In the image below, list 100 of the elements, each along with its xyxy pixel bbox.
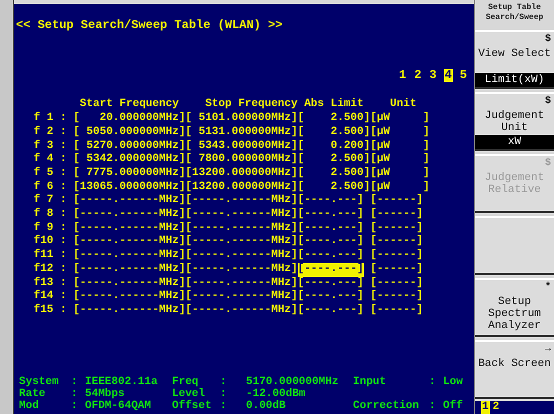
table-cell[interactable]: [ 5050.000000MHz] xyxy=(73,126,186,140)
table-cell[interactable]: [-----.------MHz] xyxy=(185,262,298,277)
table-cell[interactable]: [-----.------MHz] xyxy=(185,222,298,236)
status-separator: : xyxy=(220,388,227,400)
table-cell[interactable]: [-----.------MHz] xyxy=(185,304,298,318)
table-cell[interactable]: [----.---] xyxy=(298,290,364,304)
column-header: Start Frequency xyxy=(80,98,179,112)
status-label: Correction xyxy=(353,400,420,412)
table-cell[interactable]: [-----.------MHz] xyxy=(73,290,186,304)
table-cell[interactable]: [ 2.500] xyxy=(298,126,370,140)
row-label: f 7 : xyxy=(34,194,67,208)
status-value: 5170.000000MHz xyxy=(246,376,338,388)
table-cell[interactable]: [-----.------MHz] xyxy=(73,235,186,250)
row-label: f 2 : xyxy=(34,126,67,140)
table-cell[interactable]: [------] xyxy=(370,290,424,304)
table-cell[interactable]: [ 0.200] xyxy=(298,140,370,154)
table-cell[interactable]: [----.---] xyxy=(298,235,364,250)
table-cell[interactable]: [ 20.000000MHz] xyxy=(73,112,186,126)
table-cell[interactable]: [μW ] xyxy=(370,126,430,140)
table-cell[interactable]: [------] xyxy=(370,208,424,222)
table-cell[interactable]: [----.---] xyxy=(298,194,364,208)
table-cell[interactable]: [ 2.500] xyxy=(298,180,370,194)
table-cell[interactable]: [ 2.500] xyxy=(298,112,370,126)
table-cell[interactable]: [-----.------MHz] xyxy=(73,222,186,236)
status-separator: : xyxy=(220,400,227,412)
status-label: Offset xyxy=(172,400,213,412)
table-cell[interactable]: [-----.------MHz] xyxy=(185,208,298,222)
row-label: f 9 : xyxy=(34,222,67,234)
row-label: f12 : xyxy=(34,262,67,276)
table-cell[interactable]: [----.---] xyxy=(298,304,364,318)
status-value: OFDM-64QAM xyxy=(85,400,152,412)
table-cell[interactable]: [----.---] xyxy=(298,262,364,277)
table-cell[interactable]: [ 5270.000000MHz] xyxy=(73,140,186,154)
table-cell[interactable]: [-----.------MHz] xyxy=(73,262,186,277)
status-separator: : xyxy=(71,376,78,388)
table-cell[interactable]: [13200.000000MHz] xyxy=(185,166,298,181)
table-cell[interactable]: [13065.000000MHz] xyxy=(73,180,186,194)
menu-page-tab[interactable]: 1 xyxy=(481,401,490,414)
table-cell[interactable]: [------] xyxy=(370,194,424,208)
table-cell[interactable]: [-----.------MHz] xyxy=(73,194,186,208)
table-cell[interactable]: [-----.------MHz] xyxy=(185,235,298,250)
softkey[interactable]: → Back Screen xyxy=(475,340,554,399)
status-value: 54Mbps xyxy=(85,388,125,400)
table-cell[interactable]: [ 7800.000000MHz] xyxy=(185,153,298,167)
status-value: Low xyxy=(443,376,463,388)
status-value: IEEE802.11a xyxy=(85,376,158,388)
row-label: f 6 : xyxy=(34,180,67,194)
softkey[interactable]: $ Judgement Unit xW xyxy=(475,92,554,151)
table-cell[interactable]: [μW ] xyxy=(370,140,430,154)
table-cell[interactable]: [ 2.500] xyxy=(298,153,370,167)
status-label: System xyxy=(19,376,60,388)
status-separator: : xyxy=(71,388,78,400)
page-tab[interactable]: 5 xyxy=(458,68,468,82)
softkey[interactable]: $ View Select Limit(xW) xyxy=(475,30,554,89)
status-separator: : xyxy=(220,376,227,388)
status-label: Input xyxy=(353,376,388,388)
table-cell[interactable]: [-----.------MHz] xyxy=(185,249,298,263)
table-cell[interactable]: [----.---] xyxy=(298,276,364,290)
table-cell[interactable]: [------] xyxy=(370,262,424,277)
table-cell[interactable]: [------] xyxy=(370,235,424,250)
table-cell[interactable]: [----.---] xyxy=(298,208,364,222)
table-cell[interactable]: [13200.000000MHz] xyxy=(185,180,298,194)
table-cell[interactable]: [-----.------MHz] xyxy=(185,290,298,304)
table-cell[interactable]: [-----.------MHz] xyxy=(73,249,186,263)
row-label: f14 : xyxy=(34,290,67,304)
table-cell[interactable]: [μW ] xyxy=(370,153,430,167)
table-cell[interactable]: [μW ] xyxy=(370,112,430,126)
table-cell[interactable]: [------] xyxy=(370,249,424,263)
table-cell[interactable]: [-----.------MHz] xyxy=(185,194,298,208)
table-cell[interactable]: [------] xyxy=(370,304,424,318)
table-cell[interactable]: [-----.------MHz] xyxy=(73,304,186,318)
table-cell[interactable]: [-----.------MHz] xyxy=(73,208,186,222)
row-label: f10 : xyxy=(34,235,67,248)
softkey[interactable]: * Setup Spectrum Analyzer xyxy=(475,278,554,337)
row-label: f 5 : xyxy=(34,166,67,180)
table-cell[interactable]: [μW ] xyxy=(370,180,430,194)
table-cell[interactable]: [ 2.500] xyxy=(298,166,370,181)
table-cell[interactable]: [----.---] xyxy=(298,222,364,236)
table-cell[interactable]: [----.---] xyxy=(298,249,364,263)
table-cell[interactable]: [ 7775.000000MHz] xyxy=(73,166,186,181)
row-label: f 8 : xyxy=(34,208,67,222)
menu-title: Setup Table Search/Sweep xyxy=(484,2,544,24)
table-cell[interactable]: [-----.------MHz] xyxy=(73,276,186,290)
menu-page-tab[interactable]: 2 xyxy=(492,401,500,414)
column-header: Stop Frequency xyxy=(205,98,298,112)
table-cell[interactable]: [ 5342.000000MHz] xyxy=(73,153,186,167)
table-cell[interactable]: [ 5131.000000MHz] xyxy=(185,126,298,140)
table-cell[interactable]: [ 5343.000000MHz] xyxy=(185,140,298,154)
status-value: -12.00dBm xyxy=(246,388,306,400)
page-tab[interactable]: 1 xyxy=(398,68,408,82)
page-tab[interactable]: 3 xyxy=(428,68,438,82)
page-tab[interactable]: 4 xyxy=(444,68,453,82)
row-label: f 3 : xyxy=(34,140,67,152)
table-cell[interactable]: [------] xyxy=(370,222,424,236)
table-cell[interactable]: [------] xyxy=(370,276,424,290)
table-cell[interactable]: [ 5101.000000MHz] xyxy=(185,112,298,126)
page-tab[interactable]: 2 xyxy=(413,68,422,82)
table-cell[interactable]: [-----.------MHz] xyxy=(185,276,298,290)
status-separator: : xyxy=(429,376,436,388)
table-cell[interactable]: [μW ] xyxy=(370,166,430,181)
